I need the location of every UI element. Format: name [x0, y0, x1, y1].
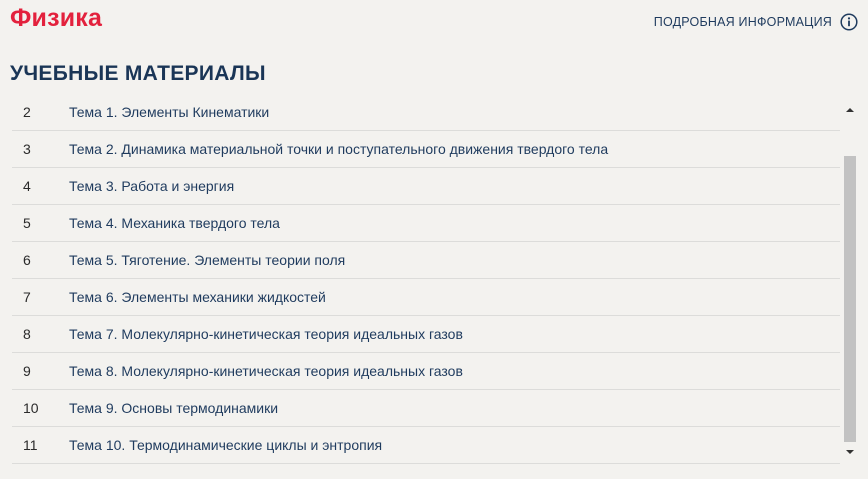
materials-list: 2 Тема 1. Элементы Кинематики 3 Тема 2. … [12, 94, 840, 464]
info-circle-icon [840, 13, 858, 31]
materials-list-container: 2 Тема 1. Элементы Кинематики 3 Тема 2. … [12, 94, 858, 464]
list-item[interactable]: 10 Тема 9. Основы термодинамики [12, 390, 840, 427]
list-item[interactable]: 7 Тема 6. Элементы механики жидкостей [12, 279, 840, 316]
item-title-link[interactable]: Тема 1. Элементы Кинематики [69, 104, 840, 120]
item-title-link[interactable]: Тема 6. Элементы механики жидкостей [69, 289, 840, 305]
list-item[interactable]: 9 Тема 8. Молекулярно-кинетическая теори… [12, 353, 840, 390]
item-title-link[interactable]: Тема 3. Работа и энергия [69, 178, 840, 194]
item-number: 10 [23, 400, 39, 416]
list-item[interactable]: 11 Тема 10. Термодинамические циклы и эн… [12, 427, 840, 464]
item-number: 4 [23, 178, 31, 194]
item-number: 11 [23, 437, 38, 453]
item-title-link[interactable]: Тема 9. Основы термодинамики [69, 400, 840, 416]
item-title-link[interactable]: Тема 8. Молекулярно-кинетическая теория … [69, 363, 840, 379]
list-item[interactable]: 8 Тема 7. Молекулярно-кинетическая теори… [12, 316, 840, 353]
detailed-info-link[interactable]: ПОДРОБНАЯ ИНФОРМАЦИЯ [654, 13, 858, 31]
item-title-link[interactable]: Тема 4. Механика твердого тела [69, 215, 840, 231]
item-number: 8 [23, 326, 31, 342]
list-item[interactable]: 4 Тема 3. Работа и энергия [12, 168, 840, 205]
list-item[interactable]: 3 Тема 2. Динамика материальной точки и … [12, 131, 840, 168]
item-title-link[interactable]: Тема 10. Термодинамические циклы и энтро… [69, 437, 840, 453]
item-number: 5 [23, 215, 31, 231]
item-number: 7 [23, 289, 31, 305]
list-item[interactable]: 5 Тема 4. Механика твердого тела [12, 205, 840, 242]
item-number: 9 [23, 363, 31, 379]
item-title-link[interactable]: Тема 5. Тяготение. Элементы теории поля [69, 252, 840, 268]
item-number: 6 [23, 252, 31, 268]
item-number: 3 [23, 141, 31, 157]
header: Физика ПОДРОБНАЯ ИНФОРМАЦИЯ [0, 0, 868, 48]
item-number: 2 [23, 104, 31, 120]
scroll-down-arrow-icon[interactable] [842, 444, 858, 460]
item-title-link[interactable]: Тема 7. Молекулярно-кинетическая теория … [69, 326, 840, 342]
app-title: Физика [10, 4, 103, 32]
list-item[interactable]: 6 Тема 5. Тяготение. Элементы теории пол… [12, 242, 840, 279]
section-title: УЧЕБНЫЕ МАТЕРИАЛЫ [10, 62, 266, 85]
detailed-info-label: ПОДРОБНАЯ ИНФОРМАЦИЯ [653, 15, 832, 29]
list-item[interactable]: 2 Тема 1. Элементы Кинематики [12, 94, 840, 131]
item-title-link[interactable]: Тема 2. Динамика материальной точки и по… [69, 141, 840, 157]
scroll-up-arrow-icon[interactable] [842, 102, 858, 118]
list-scrollbar[interactable] [842, 94, 858, 464]
scrollbar-thumb[interactable] [844, 156, 856, 442]
